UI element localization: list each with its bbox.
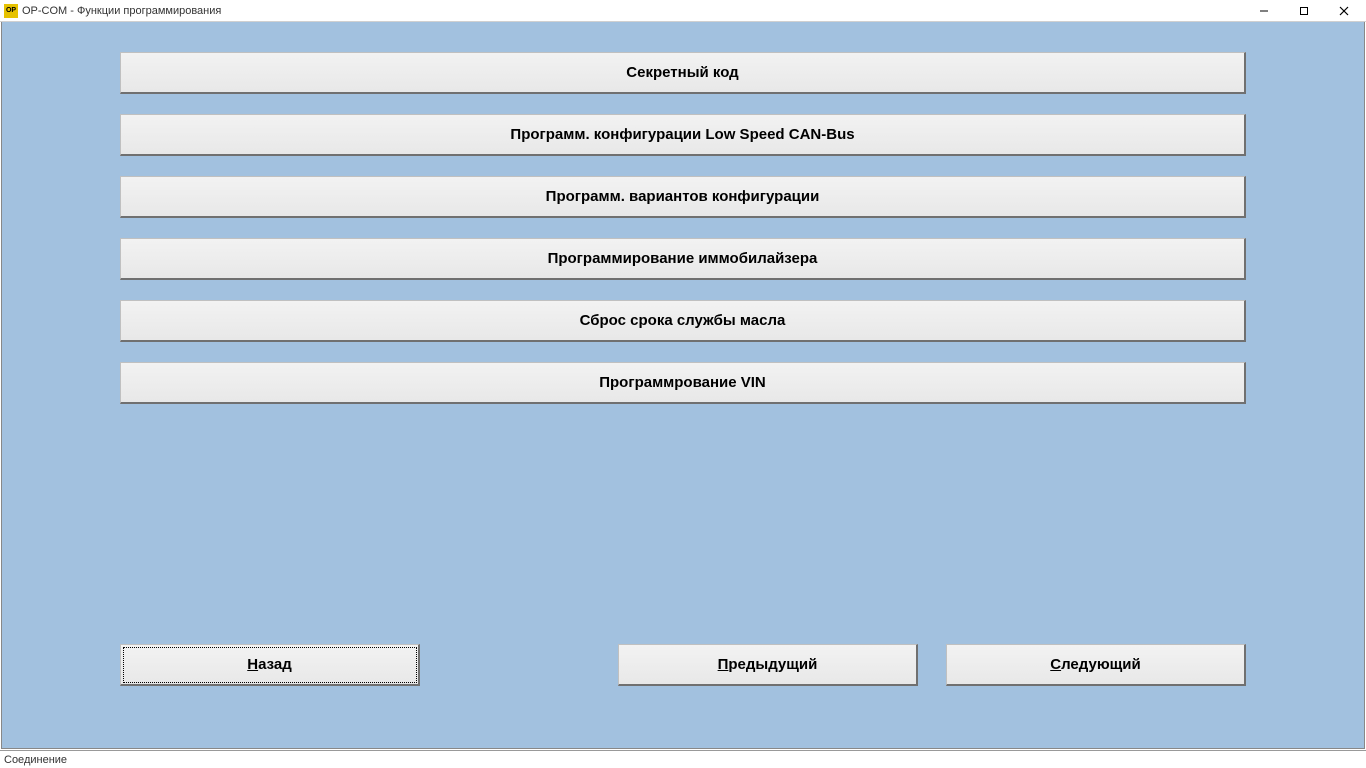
nav-right-group: Предыдущий Следующий bbox=[618, 644, 1246, 686]
nav-row: Назад Предыдущий Следующий bbox=[120, 644, 1246, 686]
minimize-button[interactable] bbox=[1244, 1, 1284, 21]
vin-programming-button[interactable]: Программрование VIN bbox=[120, 362, 1246, 404]
maximize-button[interactable] bbox=[1284, 1, 1324, 21]
next-button[interactable]: Следующий bbox=[946, 644, 1246, 686]
button-label: Следующий bbox=[1050, 656, 1140, 673]
titlebar-left: OP OP-COM - Функции программирования bbox=[4, 4, 221, 18]
button-label: Программ. конфигурации Low Speed CAN-Bus bbox=[510, 126, 854, 143]
status-text: Соединение bbox=[4, 754, 67, 766]
window-title: OP-COM - Функции программирования bbox=[22, 5, 221, 17]
back-button[interactable]: Назад bbox=[120, 644, 420, 686]
titlebar: OP OP-COM - Функции программирования bbox=[0, 0, 1366, 22]
button-label: Назад bbox=[247, 656, 292, 673]
button-label: Предыдущий bbox=[718, 656, 818, 673]
button-label: Секретный код bbox=[626, 64, 738, 81]
client-area: Секретный код Программ. конфигурации Low… bbox=[1, 22, 1365, 749]
options-list: Секретный код Программ. конфигурации Low… bbox=[2, 22, 1364, 404]
button-label: Программирование иммобилайзера bbox=[548, 250, 818, 267]
app-icon: OP bbox=[4, 4, 18, 18]
button-label: Программрование VIN bbox=[599, 374, 766, 391]
low-speed-canbus-config-button[interactable]: Программ. конфигурации Low Speed CAN-Bus bbox=[120, 114, 1246, 156]
statusbar: Соединение bbox=[0, 750, 1366, 768]
variant-config-button[interactable]: Программ. вариантов конфигурации bbox=[120, 176, 1246, 218]
close-button[interactable] bbox=[1324, 1, 1364, 21]
immobilizer-programming-button[interactable]: Программирование иммобилайзера bbox=[120, 238, 1246, 280]
window-controls bbox=[1244, 1, 1364, 21]
oil-life-reset-button[interactable]: Сброс срока службы масла bbox=[120, 300, 1246, 342]
secret-code-button[interactable]: Секретный код bbox=[120, 52, 1246, 94]
button-label: Программ. вариантов конфигурации bbox=[546, 188, 820, 205]
previous-button[interactable]: Предыдущий bbox=[618, 644, 918, 686]
button-label: Сброс срока службы масла bbox=[580, 312, 786, 329]
